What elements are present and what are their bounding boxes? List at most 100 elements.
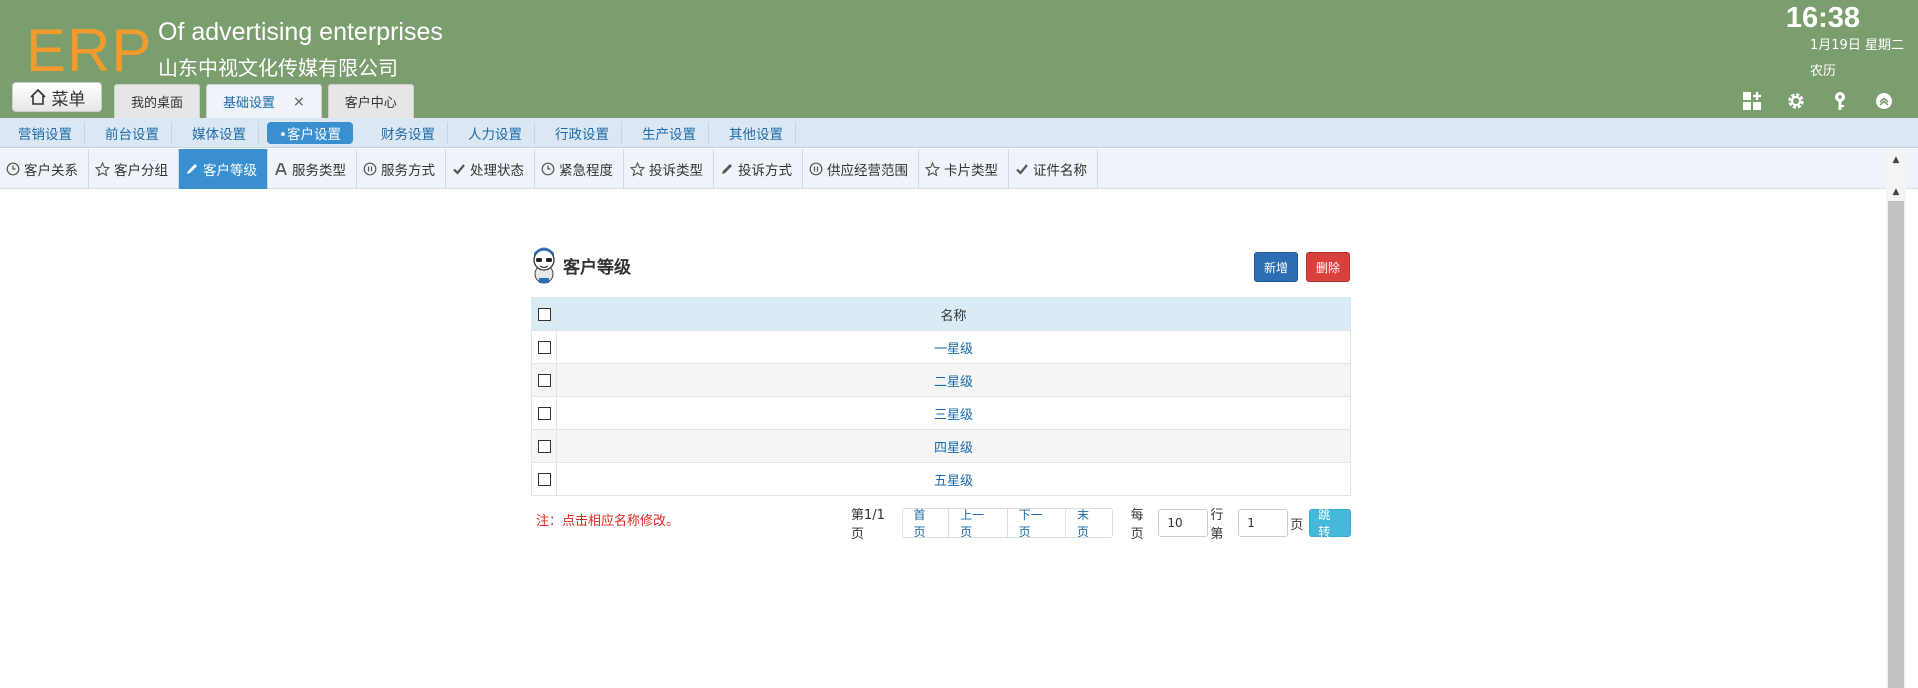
- first-page-button[interactable]: 首页: [902, 509, 950, 537]
- sub-supply-scope[interactable]: 供应经营范围: [803, 149, 919, 189]
- key-icon[interactable]: [1818, 88, 1862, 114]
- tab-my-desktop[interactable]: 我的桌面: [114, 84, 201, 118]
- module-other-settings[interactable]: 其他设置: [717, 121, 796, 144]
- module-media-settings[interactable]: 媒体设置: [180, 121, 259, 144]
- menu-button[interactable]: 菜单: [12, 82, 102, 112]
- module-front-desk-settings[interactable]: 前台设置: [93, 121, 172, 144]
- scroll-up-icon[interactable]: ▲: [1886, 185, 1906, 199]
- tab-label: 基础设置: [223, 96, 276, 111]
- sub-service-type[interactable]: 服务类型: [268, 149, 357, 189]
- sub-process-status[interactable]: 处理状态: [446, 149, 535, 189]
- tab-customer-center[interactable]: 客户中心: [327, 84, 414, 118]
- scroll-thumb[interactable]: [1888, 201, 1904, 688]
- collapse-up-icon[interactable]: [1862, 88, 1906, 114]
- clock-icon: [6, 162, 20, 176]
- row-checkbox[interactable]: [537, 340, 551, 354]
- module-admin-settings[interactable]: 行政设置: [543, 121, 622, 144]
- close-icon[interactable]: ×: [293, 94, 305, 110]
- star-icon: [925, 161, 940, 177]
- row-checkbox[interactable]: [537, 373, 551, 387]
- sub-item-label: 证件名称: [1033, 163, 1087, 179]
- edit-hint-note: 注：点击相应名称修改。: [536, 514, 680, 529]
- row-select-cell: [531, 462, 557, 496]
- table-row: 四星级: [531, 429, 1351, 463]
- app-header: ERP Of advertising enterprises 山东中视文化传媒有…: [0, 0, 1918, 118]
- add-button[interactable]: 新增: [1254, 252, 1299, 282]
- tab-label: 我的桌面: [131, 96, 184, 111]
- select-all-cell: [531, 297, 557, 331]
- row-checkbox[interactable]: [537, 439, 551, 453]
- dashboard-icon[interactable]: [1730, 88, 1774, 114]
- delete-button[interactable]: 删除: [1306, 252, 1351, 282]
- sub-item-label: 紧急程度: [559, 163, 613, 179]
- pagination: 第1/1页 首页 上一页 下一页 末页 每页 行第 页 跳转: [851, 504, 1351, 542]
- sub-item-label: 客户关系: [24, 163, 78, 179]
- rows-label: 行第: [1210, 508, 1224, 542]
- level-name-link[interactable]: 三星级: [556, 396, 1351, 430]
- page-label: 页: [1290, 517, 1304, 533]
- sub-nav: 客户关系 客户分组 客户等级 服务类型 服务方式 处理状态 紧急程度 投诉类型 …: [0, 149, 1918, 189]
- pause-icon: [363, 162, 377, 176]
- star-icon: [630, 161, 645, 177]
- row-checkbox[interactable]: [537, 472, 551, 486]
- row-checkbox[interactable]: [537, 406, 551, 420]
- page-number-input[interactable]: [1238, 509, 1289, 537]
- customer-level-table: 名称 一星级 二星级 三星级 四星级 五星级: [531, 297, 1351, 496]
- tab-basic-settings[interactable]: 基础设置 ×: [206, 84, 322, 118]
- sub-item-label: 投诉方式: [738, 163, 792, 179]
- mascot-icon: [533, 247, 555, 284]
- prev-page-button[interactable]: 上一页: [949, 509, 1008, 537]
- per-page-label: 每页: [1130, 508, 1144, 542]
- check-icon: [1016, 164, 1028, 175]
- pause-icon: [809, 162, 823, 176]
- sub-item-label: 客户等级: [203, 163, 257, 179]
- sub-urgency[interactable]: 紧急程度: [535, 149, 624, 189]
- row-select-cell: [531, 429, 557, 463]
- desktop-tabs: 我的桌面 基础设置 × 客户中心: [114, 84, 420, 118]
- sub-complaint-method[interactable]: 投诉方式: [714, 149, 803, 189]
- sub-item-label: 客户分组: [114, 163, 168, 179]
- level-name-link[interactable]: 二星级: [556, 363, 1351, 397]
- sub-customer-relation[interactable]: 客户关系: [0, 149, 89, 189]
- row-select-cell: [531, 330, 557, 364]
- select-all-checkbox[interactable]: [537, 307, 551, 321]
- company-name-cn: 山东中视文化传媒有限公司: [158, 56, 398, 80]
- column-header-name: 名称: [556, 297, 1351, 331]
- company-name-en: Of advertising enterprises: [158, 18, 443, 46]
- sub-customer-level[interactable]: 客户等级: [179, 149, 268, 189]
- level-name-link[interactable]: 一星级: [556, 330, 1351, 364]
- sub-service-method[interactable]: 服务方式: [357, 149, 446, 189]
- gear-icon[interactable]: [1774, 88, 1818, 114]
- page-title: 客户等级: [563, 257, 631, 278]
- sub-complaint-type[interactable]: 投诉类型: [624, 149, 714, 189]
- row-select-cell: [531, 363, 557, 397]
- module-finance-settings[interactable]: 财务设置: [369, 121, 448, 144]
- level-name-link[interactable]: 五星级: [556, 462, 1351, 496]
- tab-label: 客户中心: [344, 96, 397, 111]
- per-page-input[interactable]: [1158, 509, 1209, 537]
- module-nav: 营销设置 前台设置 媒体设置 •客户设置 财务设置 人力设置 行政设置 生产设置…: [0, 118, 1918, 148]
- module-production-settings[interactable]: 生产设置: [630, 121, 709, 144]
- customer-level-panel: 客户等级 新增 删除 名称 一星级 二星级 三星级 四星级 五星级 注：点击相应…: [531, 244, 1351, 542]
- last-page-button[interactable]: 末页: [1066, 509, 1112, 537]
- next-page-button[interactable]: 下一页: [1007, 509, 1066, 537]
- sub-card-type[interactable]: 卡片类型: [919, 149, 1009, 189]
- home-icon: [29, 88, 46, 105]
- jump-button[interactable]: 跳转: [1309, 508, 1351, 539]
- clock-time: 16:38: [1785, 2, 1860, 34]
- table-row: 一星级: [531, 330, 1351, 364]
- level-name-link[interactable]: 四星级: [556, 429, 1351, 463]
- panel-header: 客户等级: [531, 244, 1351, 286]
- scroll-up-top-icon[interactable]: ▲: [1886, 153, 1906, 167]
- sub-item-label: 处理状态: [470, 163, 524, 179]
- vertical-scrollbar[interactable]: ▲ ▲: [1886, 151, 1906, 688]
- module-marketing-settings[interactable]: 营销设置: [6, 121, 85, 144]
- check-icon: [453, 164, 465, 175]
- sub-customer-group[interactable]: 客户分组: [89, 149, 179, 189]
- module-customer-settings[interactable]: •客户设置: [267, 121, 353, 144]
- module-hr-settings[interactable]: 人力设置: [456, 121, 535, 144]
- font-icon: [275, 163, 287, 176]
- sub-item-label: 卡片类型: [944, 163, 998, 179]
- sub-id-document-name[interactable]: 证件名称: [1009, 149, 1098, 189]
- clock-lunar: 农历: [1810, 64, 1837, 79]
